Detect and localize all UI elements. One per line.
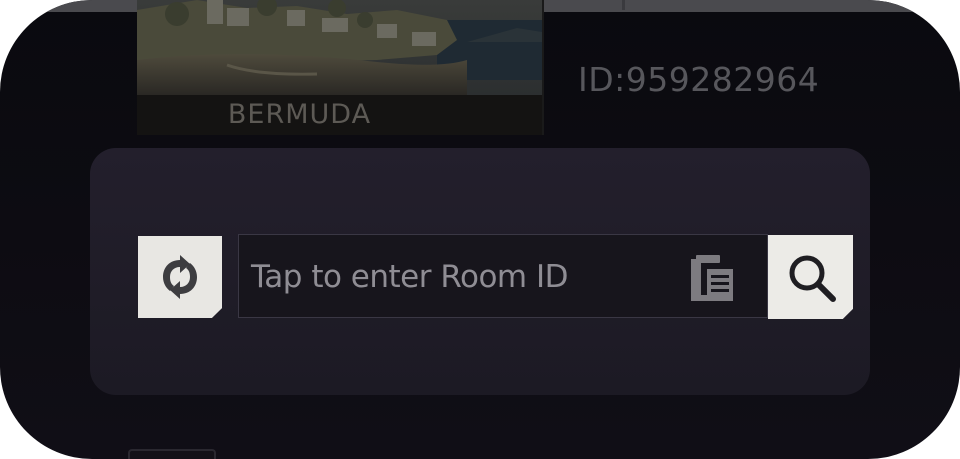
- device-frame: BERMUDA ID:959282964 Tap to enter Room I…: [0, 0, 960, 459]
- tick-mark: [622, 0, 625, 10]
- map-card[interactable]: BERMUDA: [137, 0, 544, 135]
- room-id-placeholder: Tap to enter Room ID: [251, 259, 569, 295]
- map-thumbnail: [137, 0, 542, 95]
- clipboard-paste-icon[interactable]: [687, 249, 743, 305]
- search-button[interactable]: [768, 235, 853, 319]
- room-id-input[interactable]: Tap to enter Room ID: [238, 234, 768, 318]
- game-screen: BERMUDA ID:959282964 Tap to enter Room I…: [0, 0, 960, 459]
- map-name-label: BERMUDA: [227, 99, 372, 130]
- search-icon: [789, 255, 836, 302]
- refresh-icon: [163, 255, 197, 299]
- refresh-button[interactable]: [138, 236, 222, 318]
- room-id-label: ID:959282964: [578, 60, 820, 99]
- bottom-tab[interactable]: [128, 449, 216, 459]
